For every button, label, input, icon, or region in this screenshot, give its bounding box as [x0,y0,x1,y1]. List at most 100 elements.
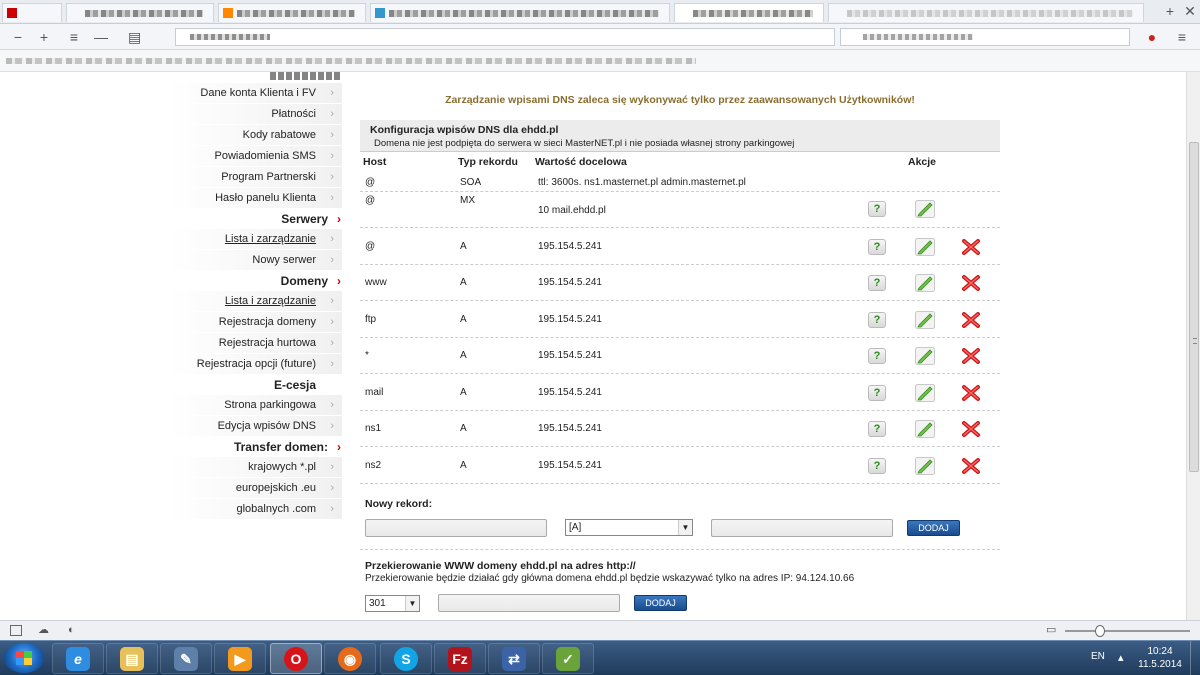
record-type: A [460,350,467,361]
browser-tab[interactable] [218,3,366,22]
help-button[interactable]: ? [868,275,886,291]
help-button[interactable]: ? [868,201,886,217]
help-button[interactable]: ? [868,348,886,364]
taskbar-filezilla[interactable]: Fz [434,643,486,674]
speed-dial-icon[interactable]: ◐ [68,625,80,636]
panel-icon[interactable] [10,625,22,636]
redirect-code-select[interactable]: 301 ▼ [365,595,420,612]
delete-icon[interactable] [961,384,981,402]
taskbar-notes[interactable]: ✓ [542,643,594,674]
browser-tab[interactable] [2,3,62,22]
sidebar-item[interactable]: Edycja wpisów DNS › [170,416,342,437]
menu-icon[interactable]: ≡ [68,30,80,44]
sidebar-item[interactable]: krajowych *.pl › [170,457,342,478]
sidebar-section-heading[interactable]: Serwery › [170,209,342,229]
sidebar-item[interactable]: Nowy serwer › [170,250,342,271]
taskbar-explorer[interactable]: ▤ [106,643,158,674]
address-bar[interactable] [175,28,835,46]
delete-icon[interactable] [961,311,981,329]
sidebar-item[interactable]: Kody rabatowe › [170,125,342,146]
edit-icon[interactable] [915,420,935,438]
delete-icon[interactable] [961,347,981,365]
edit-icon[interactable] [915,347,935,365]
bookmark-icon[interactable]: ▤ [128,30,141,44]
record-value: 195.154.5.241 [538,313,602,325]
taskbar-skype[interactable]: S [380,643,432,674]
new-record-type-select[interactable]: [A] ▼ [565,519,693,536]
new-record-host-input[interactable] [365,519,547,537]
help-button[interactable]: ? [868,238,886,255]
forward-icon[interactable]: + [38,30,50,44]
delete-icon[interactable] [961,274,981,292]
help-button[interactable]: ? [868,384,886,401]
edit-icon[interactable] [915,310,935,329]
sidebar-item[interactable]: Program Partnerski › [170,167,342,188]
edit-icon[interactable] [915,456,935,475]
taskbar-opera[interactable]: O [270,643,322,674]
settings-icon[interactable]: ≡ [1176,30,1188,44]
tray-arrow-icon[interactable]: ▴ [1118,653,1130,664]
vertical-scrollbar[interactable] [1186,72,1200,620]
close-icon[interactable]: ✕ [1184,4,1196,18]
sidebar-item[interactable]: Rejestracja opcji (future) › [170,354,342,375]
record-type: A [460,313,467,325]
sidebar-item[interactable]: Dane konta Klienta i FV › [170,83,342,104]
sidebar-section-heading[interactable]: Transfer domen: › [170,437,342,457]
sidebar-item[interactable]: Rejestracja domeny › [170,312,342,333]
taskbar-ie[interactable]: e [52,643,104,674]
taskbar-firefox[interactable]: ◉ [324,643,376,674]
sidebar-item[interactable]: europejskich .eu › [170,478,342,499]
sidebar-section-heading[interactable]: Domeny › [170,271,342,291]
taskbar: e ▤ ✎ ▶ O ◉ S Fz ⇄ ✓ EN ▴ 10:24 11.5.201… [0,640,1200,675]
sidebar-item[interactable]: Lista i zarządzanie › [170,229,342,250]
delete-icon[interactable] [961,457,981,475]
edit-icon[interactable] [915,200,935,218]
sidebar-item[interactable]: Rejestracja hurtowa › [170,333,342,354]
new-record-value-input[interactable] [711,519,893,537]
search-bar[interactable] [840,28,1130,46]
record-value: 195.154.5.241 [538,423,602,434]
browser-tab[interactable] [370,3,670,22]
delete-icon[interactable] [961,420,981,438]
sidebar-menu: Dane konta Klienta i FV › Płatności › Kody r… [170,83,342,520]
sidebar-item[interactable]: Lista i zarządzanie › [170,291,342,312]
record-value: 195.154.5.241 [538,240,602,252]
start-button[interactable] [4,643,44,673]
add-record-button[interactable]: DODAJ [907,520,960,536]
taskbar-tool[interactable]: ✎ [160,643,212,674]
help-button[interactable]: ? [868,421,886,437]
zoom-slider[interactable] [1065,625,1190,637]
browser-nav-bar: − + ≡ — ▤ ● ≡ [0,24,1200,50]
language-indicator[interactable]: EN [1091,651,1105,662]
taskbar-media[interactable]: ▶ [214,643,266,674]
scrollbar-thumb[interactable] [1189,142,1199,472]
browser-tab[interactable] [828,3,1144,22]
zoom-out-icon[interactable]: — [94,30,108,44]
help-button[interactable]: ? [868,311,886,328]
sidebar-item[interactable]: Powiadomienia SMS › [170,146,342,167]
redirect-url-input[interactable] [438,594,620,612]
edit-icon[interactable] [915,274,935,292]
cloud-icon[interactable]: ☁ [38,625,50,636]
delete-icon[interactable] [961,238,981,256]
dns-record-row: ns2 A 195.154.5.241? [360,447,1000,484]
sidebar-item[interactable]: Hasło panelu Klienta › [170,188,342,209]
help-button[interactable]: ? [868,457,886,474]
back-icon[interactable]: − [12,30,24,44]
sidebar-item[interactable]: Strona parkingowa › [170,395,342,416]
system-clock[interactable]: 10:24 11.5.2014 [1135,645,1185,671]
sidebar-item[interactable]: globalnych .com › [170,499,342,520]
browser-tab[interactable] [66,3,214,22]
addon-icon[interactable]: ● [1146,30,1158,44]
taskbar-network[interactable]: ⇄ [488,643,540,674]
view-icon[interactable]: ▭ [1046,625,1058,636]
zoom-slider-handle[interactable] [1095,625,1105,637]
edit-icon[interactable] [915,383,935,402]
edit-icon[interactable] [915,237,935,256]
sidebar-section-heading[interactable]: E-cesja [170,375,342,395]
add-redirect-button[interactable]: DODAJ [634,595,687,611]
show-desktop-button[interactable] [1190,641,1200,675]
sidebar-item[interactable]: Płatności › [170,104,342,125]
browser-tab-active[interactable] [674,3,824,22]
new-tab-icon[interactable]: + [1164,4,1176,18]
